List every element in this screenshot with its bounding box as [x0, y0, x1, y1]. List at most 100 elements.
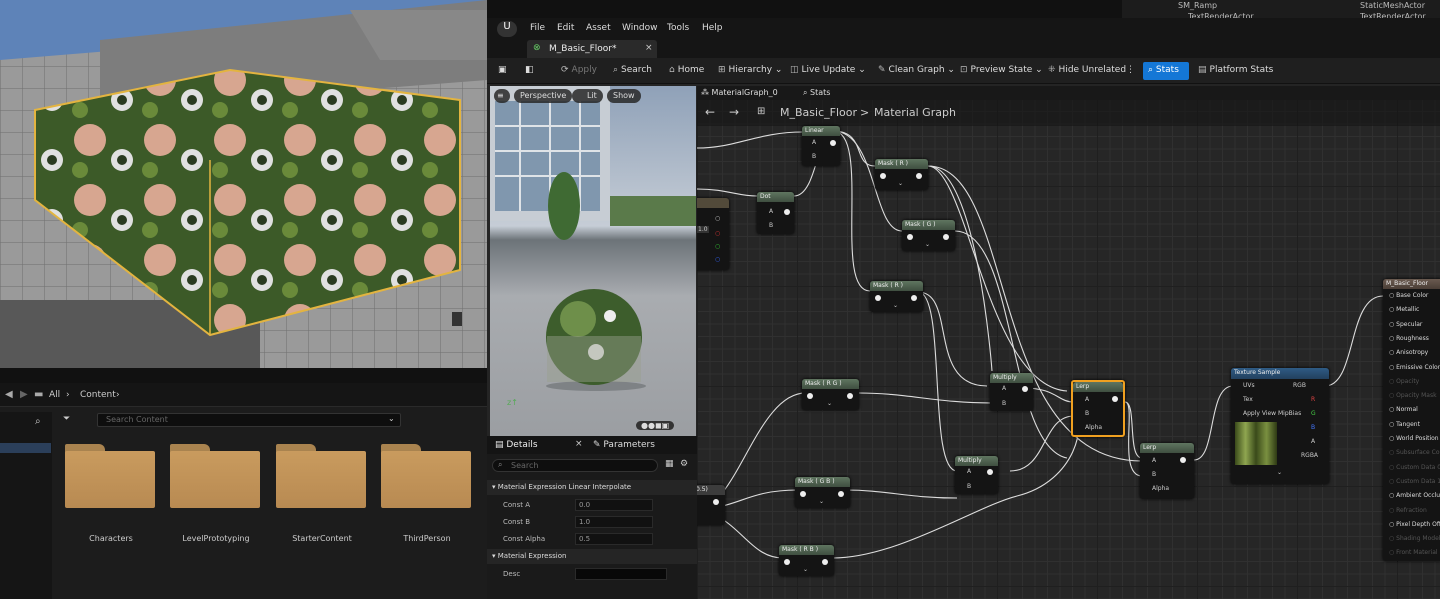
menu-edit[interactable]: Edit	[557, 23, 574, 33]
folder-characters[interactable]	[65, 444, 155, 508]
node-mask-r-2[interactable]: Mask ( R ) ⌄	[870, 281, 923, 312]
output-pin[interactable]	[943, 234, 949, 240]
tab-details[interactable]: ▤ Details	[495, 440, 538, 450]
preview-shape-icons[interactable]: ●●◼▣	[636, 421, 675, 430]
node-lerp-2[interactable]: Lerp A B Alpha	[1140, 443, 1194, 499]
node-mask-gb[interactable]: Mask ( G B ) ⌄	[795, 477, 850, 508]
const-a-field[interactable]: 0.0	[575, 499, 653, 511]
node-multiply-1[interactable]: Multiply A B	[990, 373, 1033, 411]
output-pin[interactable]	[713, 499, 719, 505]
platform-stats-button[interactable]: ▤ Platform Stats	[1198, 65, 1273, 75]
node-linear[interactable]: Linear A B	[802, 126, 840, 166]
output-pin[interactable]	[822, 559, 828, 565]
result-pin[interactable]: ○ Refraction	[1389, 507, 1427, 514]
details-search-input[interactable]: ⌕ Search	[492, 459, 658, 472]
chevron-down-icon[interactable]: ⌄	[893, 302, 898, 309]
save-icon[interactable]: ▣	[498, 65, 507, 75]
desc-field[interactable]	[575, 568, 667, 580]
result-pin[interactable]: ○ Tangent	[1389, 421, 1420, 428]
browse-icon[interactable]: ◧	[525, 65, 534, 75]
const-alpha-field[interactable]: 0.5	[575, 533, 653, 545]
output-pin[interactable]	[916, 173, 922, 179]
node-mask-r[interactable]: Mask ( R ) ⌄	[875, 159, 928, 190]
node-partial-bottom[interactable]: 0.5)	[697, 485, 725, 525]
result-pin[interactable]: ○ Pixel Depth Offset	[1389, 521, 1440, 528]
folder-thirdperson[interactable]	[381, 444, 471, 508]
tab-parameters[interactable]: ✎ Parameters	[593, 440, 655, 450]
hide-unrelated-button[interactable]: ⁜ Hide Unrelated	[1048, 65, 1126, 75]
chevron-down-icon[interactable]: ⌄	[925, 241, 930, 248]
input-pin[interactable]	[875, 295, 881, 301]
hierarchy-button[interactable]: ⊞ Hierarchy ⌄	[718, 65, 782, 75]
apply-button[interactable]: ⟳ Apply	[561, 65, 597, 75]
viewport-menu-icon[interactable]: ≡	[494, 89, 510, 103]
stats-button[interactable]: ⌕ Stats	[1143, 62, 1189, 80]
node-mask-g[interactable]: Mask ( G ) ⌄	[902, 220, 955, 251]
output-pin[interactable]	[838, 491, 844, 497]
node-dot[interactable]: Dot A B	[757, 192, 794, 234]
result-pin[interactable]: ○ Anisotropy	[1389, 349, 1428, 356]
chevron-down-icon[interactable]: ⌄	[898, 180, 903, 187]
chevron-down-icon[interactable]: ⌄	[827, 400, 832, 407]
node-lerp-1[interactable]: Lerp A B Alpha	[1071, 380, 1125, 437]
content-search-input[interactable]: Search Content ⌄	[97, 413, 401, 427]
result-pin[interactable]: ○ Shading Model	[1389, 535, 1440, 542]
output-pin[interactable]	[987, 469, 993, 475]
menu-file[interactable]: File	[530, 23, 545, 33]
section-header[interactable]: ▾ Material Expression	[487, 549, 697, 564]
close-icon[interactable]: ×	[645, 43, 653, 53]
result-pin[interactable]: ○ Emissive Color	[1389, 364, 1440, 371]
material-graph[interactable]: ⁂ MaterialGraph_0 ⌕ Stats ← → ⊞ M_Basic_…	[697, 86, 1440, 599]
tab-m-basic-floor[interactable]: ⊗ M_Basic_Floor* ×	[527, 40, 657, 58]
result-pin[interactable]: ○ Front Material	[1389, 549, 1438, 556]
menu-window[interactable]: Window	[622, 23, 658, 33]
result-pin[interactable]: ○ Base Color	[1389, 292, 1428, 299]
gear-icon[interactable]: ⚙	[680, 459, 688, 469]
chevron-down-icon[interactable]: ⌄	[819, 498, 824, 505]
result-pin[interactable]: ○ Opacity	[1389, 378, 1419, 385]
output-pin[interactable]	[1180, 457, 1186, 463]
result-pin[interactable]: ○ Subsurface Color	[1389, 449, 1440, 456]
breadcrumb-all[interactable]: All	[49, 390, 60, 400]
node-texture-sample[interactable]: Texture Sample UVs Tex Apply View MipBia…	[1231, 368, 1329, 484]
output-pin[interactable]	[1112, 396, 1118, 402]
result-pin[interactable]: ○ Normal	[1389, 406, 1418, 413]
input-pin[interactable]	[907, 234, 913, 240]
home-button[interactable]: ⌂ Home	[669, 65, 704, 75]
search-icon[interactable]: ⌕	[35, 416, 41, 427]
node-mask-rb[interactable]: Mask ( R B ) ⌄	[779, 545, 834, 576]
node-partial-left[interactable]: 1.0 ○ ○ ○ ○	[697, 198, 729, 270]
grid-view-icon[interactable]: ▦	[665, 459, 674, 469]
chevron-down-icon[interactable]: ⌄	[803, 566, 808, 573]
node-result[interactable]: M_Basic_Floor ○ Base Color ○ Metallic ○ Sp…	[1383, 279, 1440, 561]
output-pin[interactable]	[830, 140, 836, 146]
filter-icon[interactable]: ⏷	[63, 414, 70, 424]
source-selected[interactable]	[0, 443, 51, 453]
level-viewport[interactable]	[0, 0, 487, 368]
input-pin[interactable]	[800, 491, 806, 497]
search-button[interactable]: ⌕ Search	[613, 65, 652, 75]
clean-graph-button[interactable]: ✎ Clean Graph ⌄	[878, 65, 955, 75]
result-pin[interactable]: ○ Custom Data 0	[1389, 464, 1440, 471]
node-multiply-2[interactable]: Multiply A B	[955, 456, 998, 494]
result-pin[interactable]: ○ Roughness	[1389, 335, 1429, 342]
outliner-row-name[interactable]: SM_Ramp	[1178, 1, 1217, 10]
close-icon[interactable]: ×	[575, 439, 583, 449]
folder-startercontent[interactable]	[276, 444, 366, 508]
result-pin[interactable]: ○ Ambient Occlusion	[1389, 492, 1440, 499]
preview-state-button[interactable]: ⊡ Preview State ⌄	[960, 65, 1043, 75]
live-update-button[interactable]: ◫ Live Update ⌄	[790, 65, 866, 75]
breadcrumb-content[interactable]: Content	[80, 390, 116, 400]
section-header[interactable]: ▾ Material Expression Linear Interpolate	[487, 480, 697, 495]
forward-icon[interactable]: ▶	[20, 389, 28, 400]
preview-viewport[interactable]: ≡ Perspective Lit Show z↑ ●●◼▣	[490, 86, 696, 436]
output-pin[interactable]	[784, 209, 790, 215]
menu-asset[interactable]: Asset	[586, 23, 611, 33]
folder-levelprototyping[interactable]	[170, 444, 260, 508]
input-pin[interactable]	[880, 173, 886, 179]
result-pin[interactable]: ○ Metallic	[1389, 306, 1419, 313]
input-pin[interactable]	[807, 393, 813, 399]
chevron-down-icon[interactable]: ⌄	[388, 414, 395, 423]
result-pin[interactable]: ○ Custom Data 1	[1389, 478, 1440, 485]
menu-help[interactable]: Help	[702, 23, 723, 33]
